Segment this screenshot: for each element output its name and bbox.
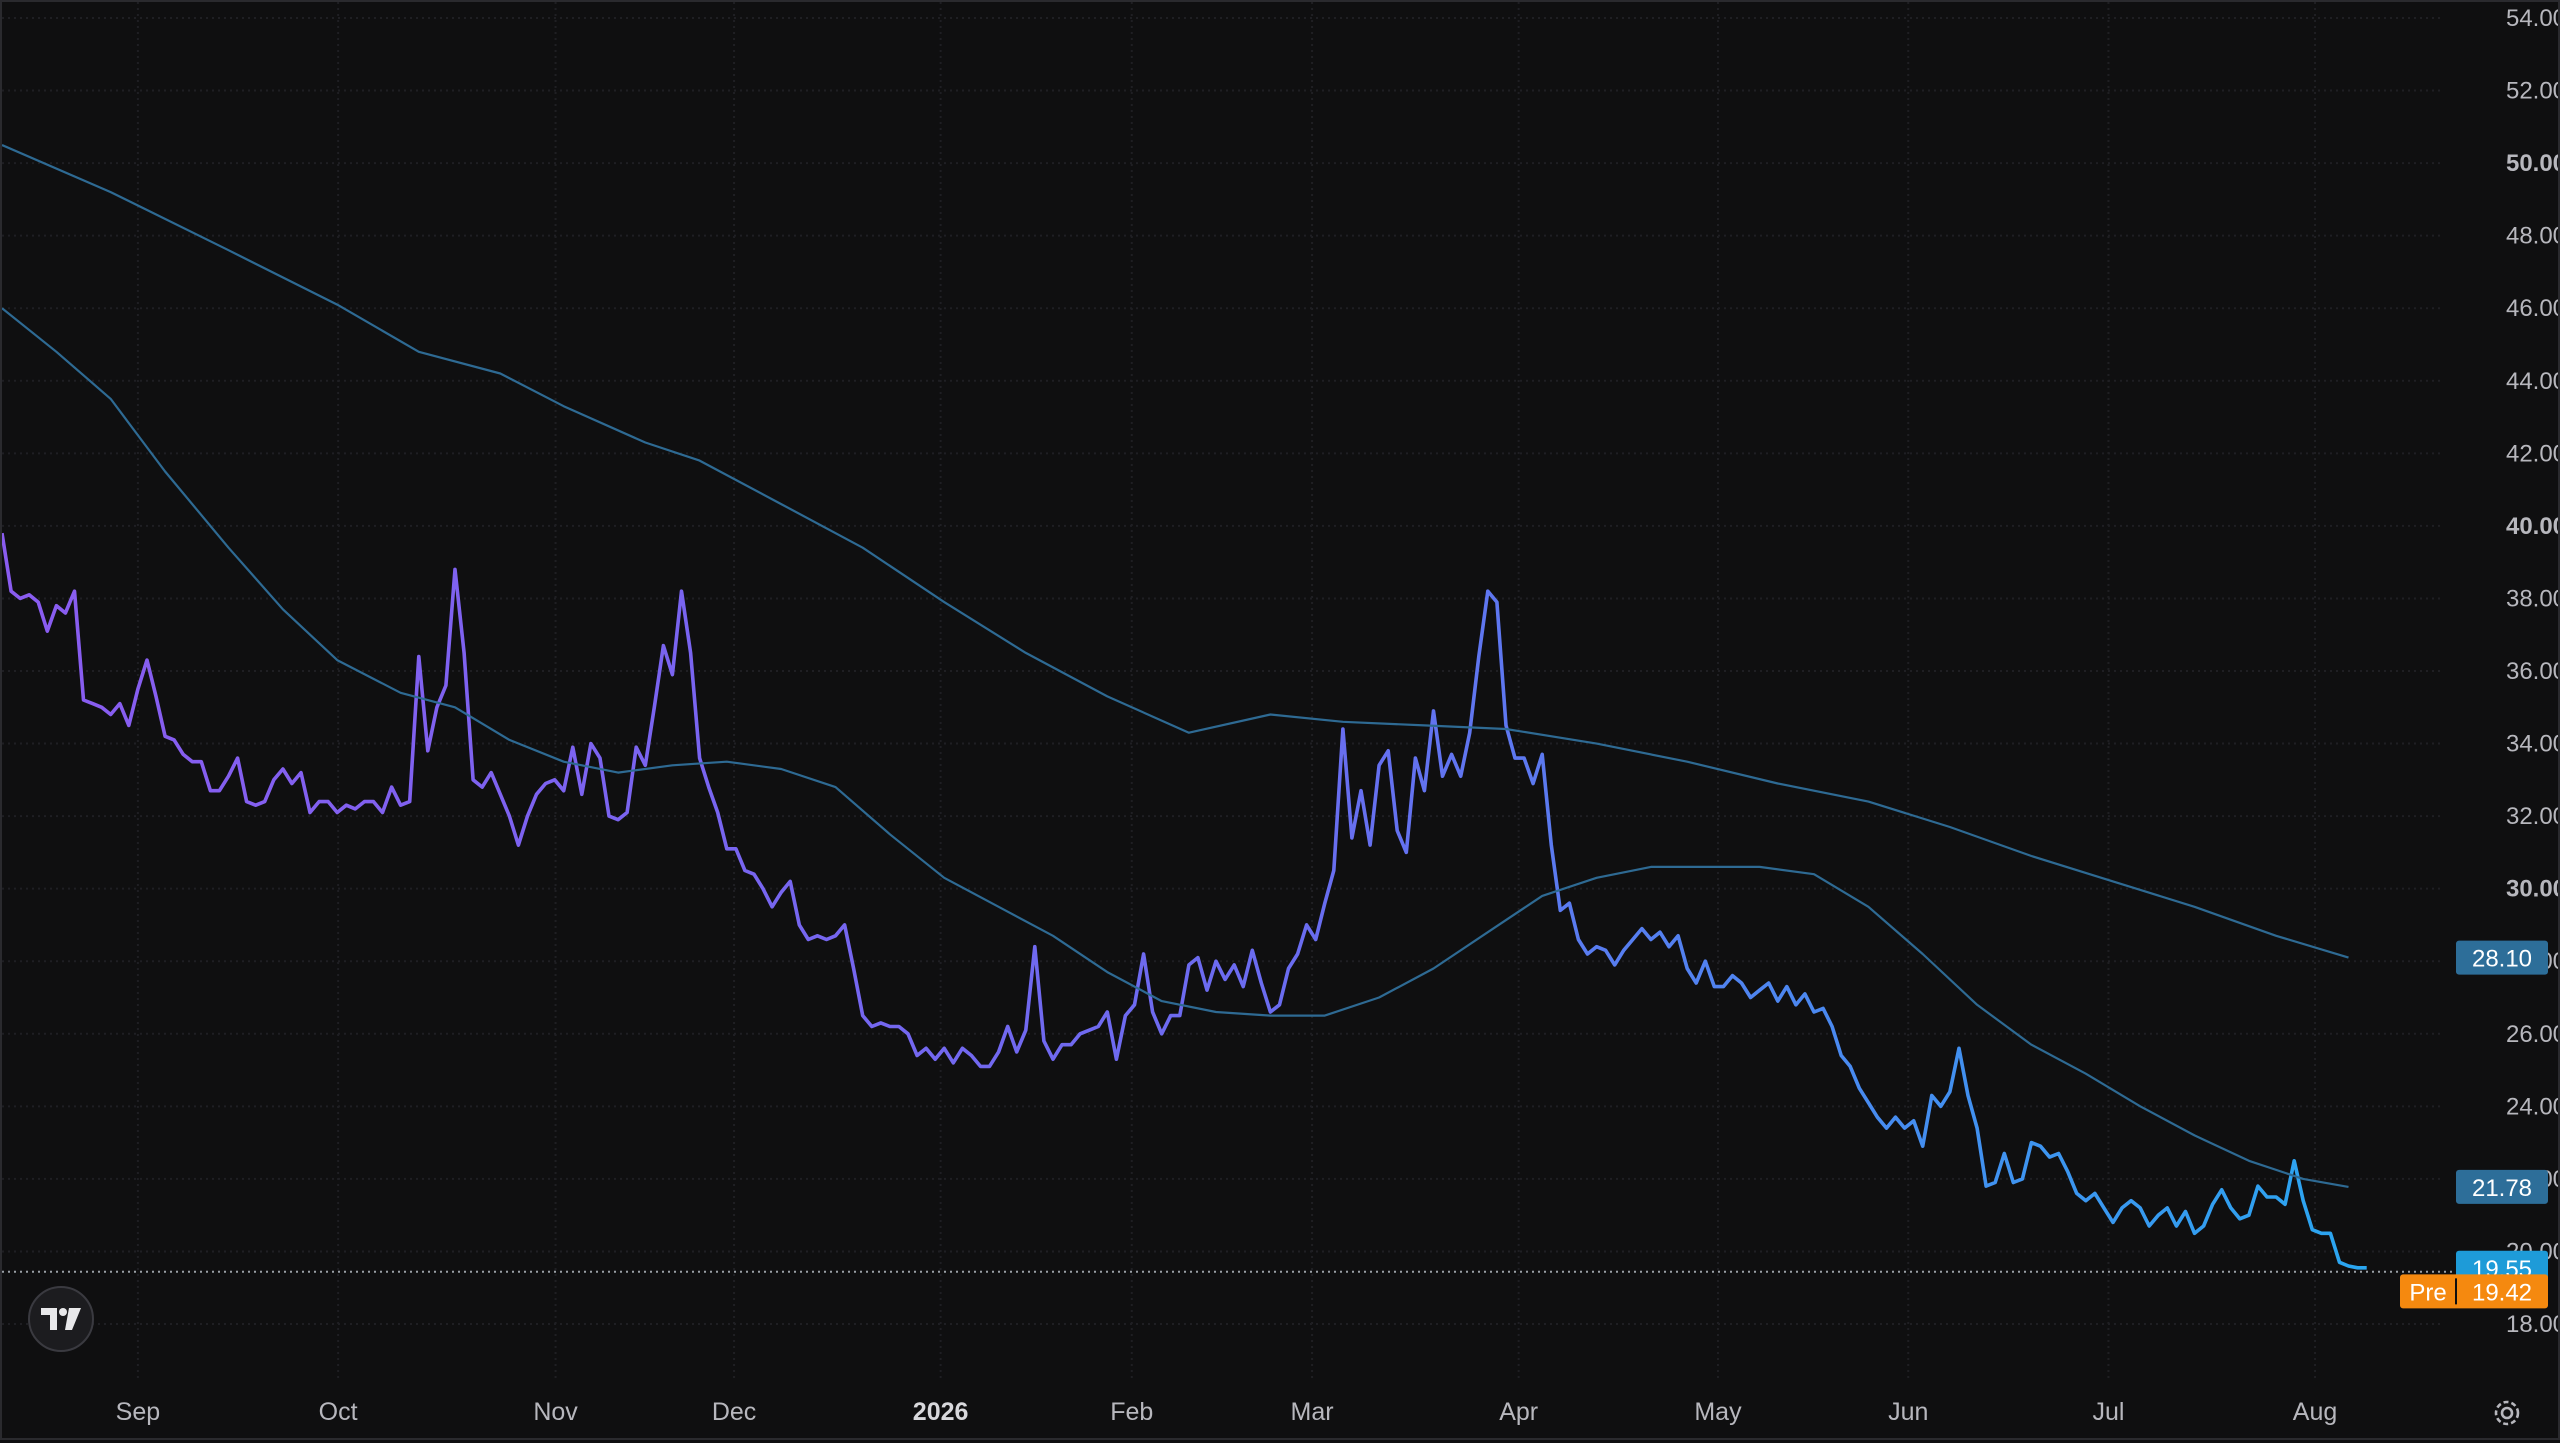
x-tick-label: Dec xyxy=(712,1398,756,1426)
price-scale-labels: 28.1021.7819.55Pre 19.42 xyxy=(2400,940,2548,1309)
x-tick-label: Jul xyxy=(2092,1398,2124,1426)
price-badge-text: 28.10 xyxy=(2472,946,2532,973)
y-tick-label: 40.00 xyxy=(2506,513,2558,540)
y-tick-label: 38.00 xyxy=(2506,585,2558,612)
premarket-value: 19.42 xyxy=(2472,1279,2532,1306)
y-tick-label: 18.00 xyxy=(2506,1311,2558,1338)
grid xyxy=(2,2,2442,1382)
x-tick-label: May xyxy=(1694,1398,1742,1426)
x-axis[interactable]: Sep Oct Nov Dec 2026 Feb Mar Apr May Jun Jul Aug xyxy=(116,1398,2338,1426)
settings-gear-icon[interactable] xyxy=(2490,1396,2524,1430)
x-tick-label: Feb xyxy=(1110,1398,1153,1426)
y-tick-label: 48.00 xyxy=(2506,223,2558,250)
y-tick-label: 54.00 xyxy=(2506,5,2558,32)
moving-average-short-line xyxy=(1,307,2349,1188)
x-tick-label: Apr xyxy=(1499,1398,1538,1426)
x-tick-label: Sep xyxy=(116,1398,160,1426)
y-tick-label: 50.00 xyxy=(2506,150,2558,177)
x-tick-label: Oct xyxy=(319,1398,358,1426)
y-tick-label: 46.00 xyxy=(2506,295,2558,322)
price-badge-text: 21.78 xyxy=(2472,1175,2532,1202)
moving-average-long-line xyxy=(1,143,2349,959)
y-tick-label: 32.00 xyxy=(2506,803,2558,830)
series-layer xyxy=(0,143,2454,1273)
x-tick-label: 2026 xyxy=(913,1398,969,1426)
x-tick-label: Nov xyxy=(533,1398,578,1426)
x-tick-label: Aug xyxy=(2293,1398,2337,1426)
y-tick-label: 30.00 xyxy=(2506,876,2558,903)
y-tick-label: 26.00 xyxy=(2506,1021,2558,1048)
premarket-tag: Pre xyxy=(2409,1279,2446,1306)
tradingview-logo-icon[interactable] xyxy=(28,1286,94,1352)
y-tick-label: 42.00 xyxy=(2506,440,2558,467)
y-axis[interactable]: 54.00 52.00 50.00 48.00 46.00 44.00 42.00 40.00… xyxy=(2506,5,2560,1338)
y-tick-label: 36.00 xyxy=(2506,658,2558,685)
price-line xyxy=(0,532,2367,1270)
price-chart[interactable]: 54.00 52.00 50.00 48.00 46.00 44.00 42.00 40.00… xyxy=(0,2,2560,1438)
x-tick-label: Mar xyxy=(1291,1398,1334,1426)
x-tick-label: Jun xyxy=(1888,1398,1928,1426)
chart-area[interactable]: 54.00 52.00 50.00 48.00 46.00 44.00 42.00 40.00… xyxy=(0,0,2560,1440)
y-tick-label: 34.00 xyxy=(2506,731,2558,758)
y-tick-label: 24.00 xyxy=(2506,1093,2558,1120)
y-tick-label: 44.00 xyxy=(2506,368,2558,395)
y-tick-label: 52.00 xyxy=(2506,78,2558,105)
